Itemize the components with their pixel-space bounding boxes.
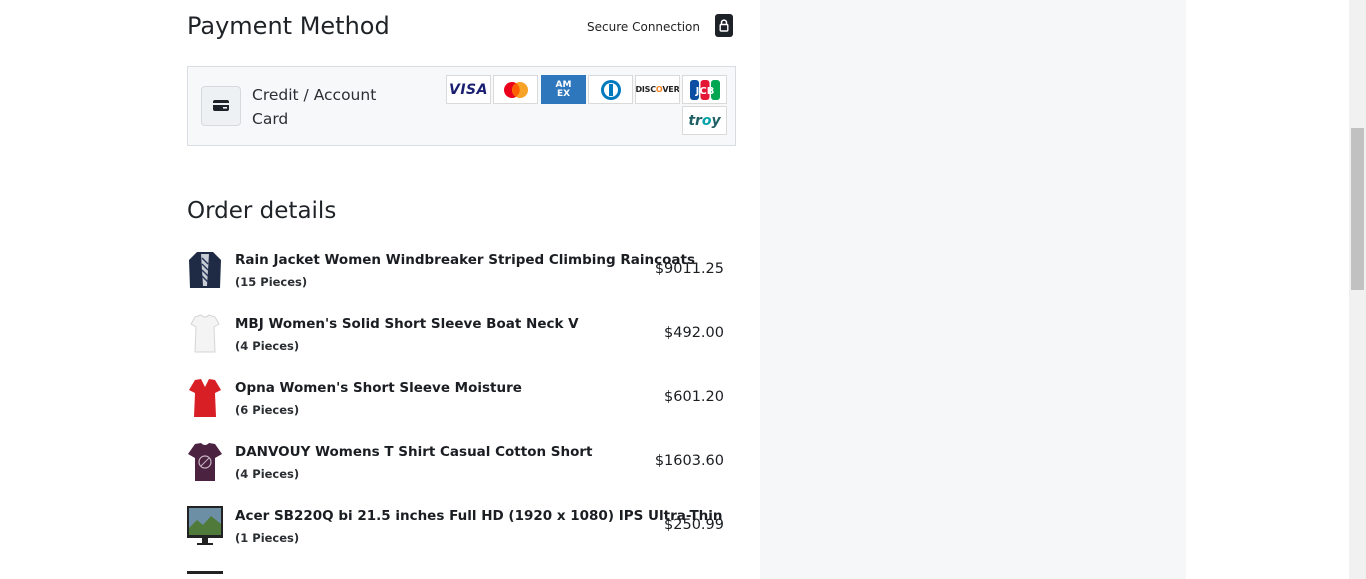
visa-logo: VISA [446, 75, 491, 104]
order-item: MBJ Women's Solid Short Sleeve Boat Neck… [187, 314, 736, 364]
item-price: $250.99 [664, 517, 724, 533]
item-quantity: (4 Pieces) [235, 467, 300, 481]
payment-method-title: Payment Method [187, 12, 390, 40]
diners-logo [588, 75, 633, 104]
order-item: Opna Women's Short Sleeve Moisture (6 Pi… [187, 378, 736, 428]
item-price: $601.20 [664, 389, 724, 405]
secure-connection-label: Secure Connection [587, 20, 700, 34]
discover-logo: DISCOVER [635, 75, 680, 104]
item-name: Acer SB220Q bi 21.5 inches Full HD (1920… [235, 508, 723, 524]
svg-text:JCB: JCB [694, 86, 714, 97]
order-item: DANVOUY Womens T Shirt Casual Cotton Sho… [187, 442, 736, 492]
jcb-logo: JCB [682, 75, 727, 104]
lock-icon [715, 14, 733, 37]
item-price: $1603.60 [654, 453, 724, 469]
monitor-thumbnail [187, 506, 223, 546]
scrollbar-thumb[interactable] [1351, 128, 1364, 290]
item-quantity: (1 Pieces) [235, 531, 300, 545]
amex-logo: AM EX [541, 75, 586, 104]
item-quantity: (6 Pieces) [235, 403, 300, 417]
troy-logo: troy [682, 106, 727, 135]
item-name: Rain Jacket Women Windbreaker Striped Cl… [235, 252, 695, 268]
payment-method-header: Payment Method Secure Connection [187, 10, 736, 46]
item-name: Opna Women's Short Sleeve Moisture [235, 380, 522, 396]
item-name: MBJ Women's Solid Short Sleeve Boat Neck… [235, 316, 579, 332]
order-details-title: Order details [187, 198, 337, 224]
checkout-page: Payment Method Secure Connection Credit … [0, 0, 1366, 579]
red-shirt-thumbnail [187, 378, 223, 418]
order-summary-panel [760, 0, 1186, 579]
item-price: $492.00 [664, 325, 724, 341]
credit-card-label: Credit / Account Card [252, 86, 377, 128]
jacket-thumbnail [187, 250, 223, 290]
credit-card-icon [201, 86, 241, 126]
order-item: Acer SB220Q bi 21.5 inches Full HD (1920… [187, 506, 736, 556]
credit-card-option[interactable]: Credit / Account Card VISA AM EX DISCOVE… [187, 66, 736, 146]
item-quantity: (4 Pieces) [235, 339, 300, 353]
order-item: Rain Jacket Women Windbreaker Striped Cl… [187, 250, 736, 300]
item-quantity: (15 Pieces) [235, 275, 308, 289]
item-name: DANVOUY Womens T Shirt Casual Cotton Sho… [235, 444, 593, 460]
card-brands: VISA AM EX DISCOVER JCB troy [446, 75, 728, 137]
white-shirt-thumbnail [187, 314, 223, 354]
item-price: $9011.25 [654, 261, 724, 277]
next-item-thumbnail [187, 570, 223, 579]
purple-shirt-thumbnail [187, 442, 223, 482]
mastercard-logo [493, 75, 538, 104]
